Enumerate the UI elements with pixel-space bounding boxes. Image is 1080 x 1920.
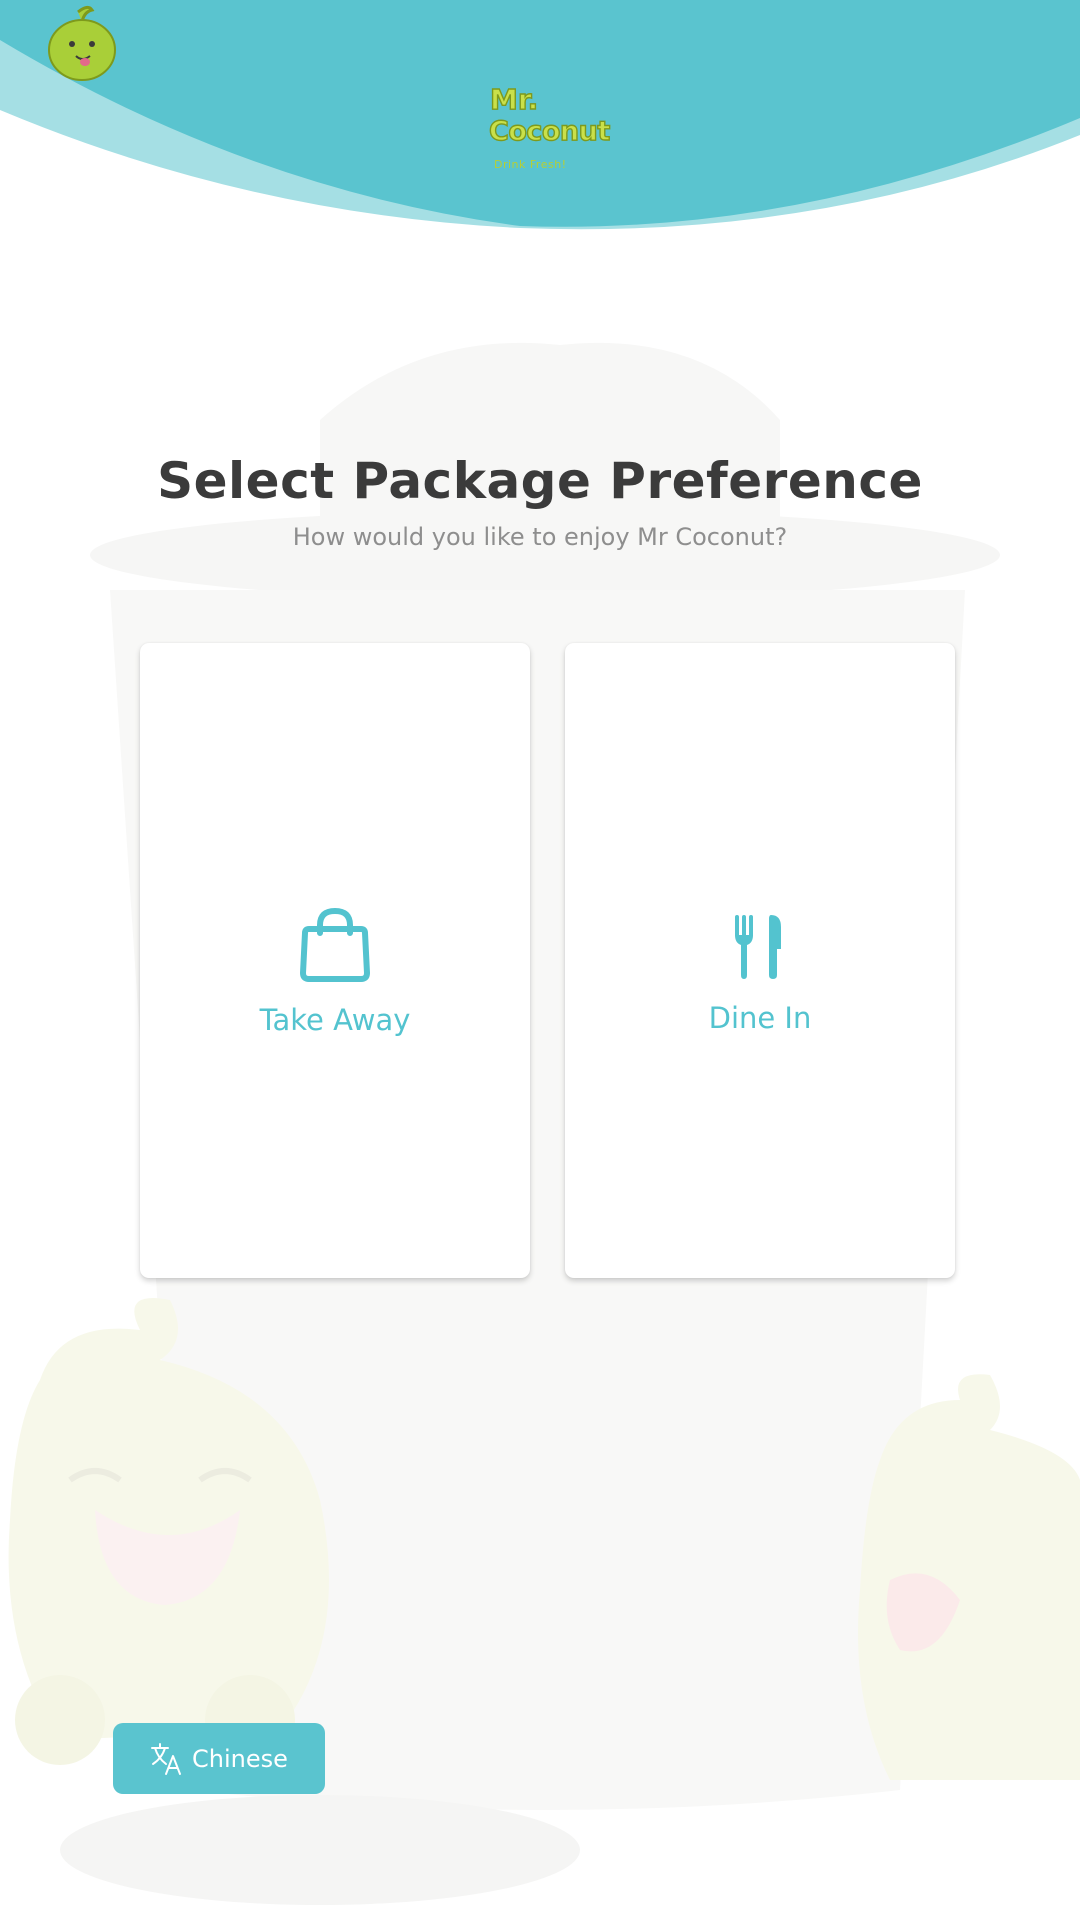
dine-in-option-card[interactable]: Dine In — [565, 643, 955, 1278]
language-button-label: Chinese — [192, 1744, 288, 1773]
logo-tagline: Drink Fresh! — [494, 158, 567, 171]
page-subtitle: How would you like to enjoy Mr Coconut? — [292, 523, 788, 551]
fork-knife-icon — [733, 913, 787, 983]
shopping-bag-icon — [300, 907, 370, 987]
page-title: Select Package Preference — [157, 452, 923, 510]
logo-text-coconut: Coconut — [488, 116, 611, 147]
header: Mr. Coconut Drink Fresh! — [0, 0, 1080, 240]
language-toggle-button[interactable]: Chinese — [113, 1723, 325, 1794]
mascot-logo-icon — [48, 5, 116, 81]
take-away-option-card[interactable]: Take Away — [140, 643, 530, 1278]
logo-text-mr: Mr. — [489, 83, 539, 116]
translate-icon — [150, 1742, 184, 1776]
dine-in-label: Dine In — [708, 1001, 812, 1035]
take-away-label: Take Away — [259, 1003, 411, 1037]
